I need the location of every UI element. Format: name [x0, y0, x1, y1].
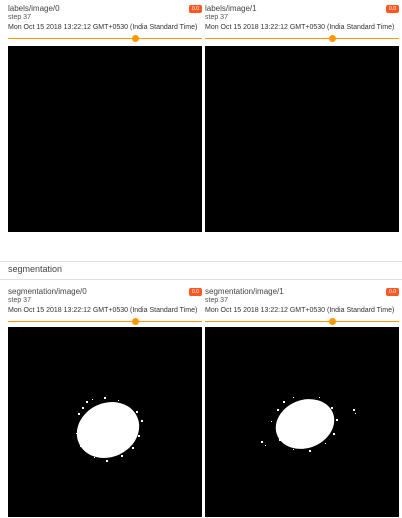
- image-card-labels-0: labels/image/0 0.0 step 37 Mon Oct 15 20…: [8, 4, 204, 232]
- step-slider[interactable]: [205, 317, 399, 325]
- card-step: step 37: [205, 14, 228, 21]
- card-step: step 37: [8, 14, 31, 21]
- card-step: step 37: [8, 297, 31, 304]
- slider-thumb[interactable]: [132, 35, 139, 42]
- card-title: segmentation/image/1: [205, 287, 284, 296]
- image-card-segmentation-1: segmentation/image/1 0.0 step 37 Mon Oct…: [205, 287, 401, 517]
- slider-track: [205, 321, 399, 322]
- card-timestamp: Mon Oct 15 2018 13:22:12 GMT+0530 (India…: [8, 307, 198, 314]
- image-display: [205, 327, 399, 517]
- image-display: [205, 46, 399, 232]
- image-display: [8, 327, 202, 517]
- card-timestamp: Mon Oct 15 2018 13:22:12 GMT+0530 (India…: [205, 24, 395, 31]
- card-title: segmentation/image/0: [8, 287, 87, 296]
- fit-badge-button[interactable]: 0.0: [189, 288, 202, 296]
- card-timestamp: Mon Oct 15 2018 13:22:12 GMT+0530 (India…: [8, 24, 198, 31]
- section-divider: [0, 279, 402, 280]
- section-title: segmentation: [8, 264, 63, 274]
- slider-track: [8, 38, 202, 39]
- fit-badge-button[interactable]: 0.0: [386, 5, 399, 13]
- image-display: [8, 46, 202, 232]
- image-card-segmentation-0: segmentation/image/0 0.0 step 37 Mon Oct…: [8, 287, 204, 517]
- card-step: step 37: [205, 297, 228, 304]
- fit-badge-button[interactable]: 0.0: [189, 5, 202, 13]
- segmentation-mask-image: [8, 327, 202, 517]
- step-slider[interactable]: [8, 317, 202, 325]
- card-timestamp: Mon Oct 15 2018 13:22:12 GMT+0530 (India…: [205, 307, 395, 314]
- segmentation-mask-image: [205, 327, 399, 517]
- slider-thumb[interactable]: [132, 318, 139, 325]
- fit-badge-button[interactable]: 0.0: [386, 288, 399, 296]
- card-title: labels/image/1: [205, 4, 257, 13]
- slider-thumb[interactable]: [329, 35, 336, 42]
- card-title: labels/image/0: [8, 4, 60, 13]
- slider-track: [8, 321, 202, 322]
- section-divider: [0, 261, 402, 262]
- step-slider[interactable]: [205, 34, 399, 42]
- step-slider[interactable]: [8, 34, 202, 42]
- slider-track: [205, 38, 399, 39]
- image-card-labels-1: labels/image/1 0.0 step 37 Mon Oct 15 20…: [205, 4, 401, 232]
- slider-thumb[interactable]: [329, 318, 336, 325]
